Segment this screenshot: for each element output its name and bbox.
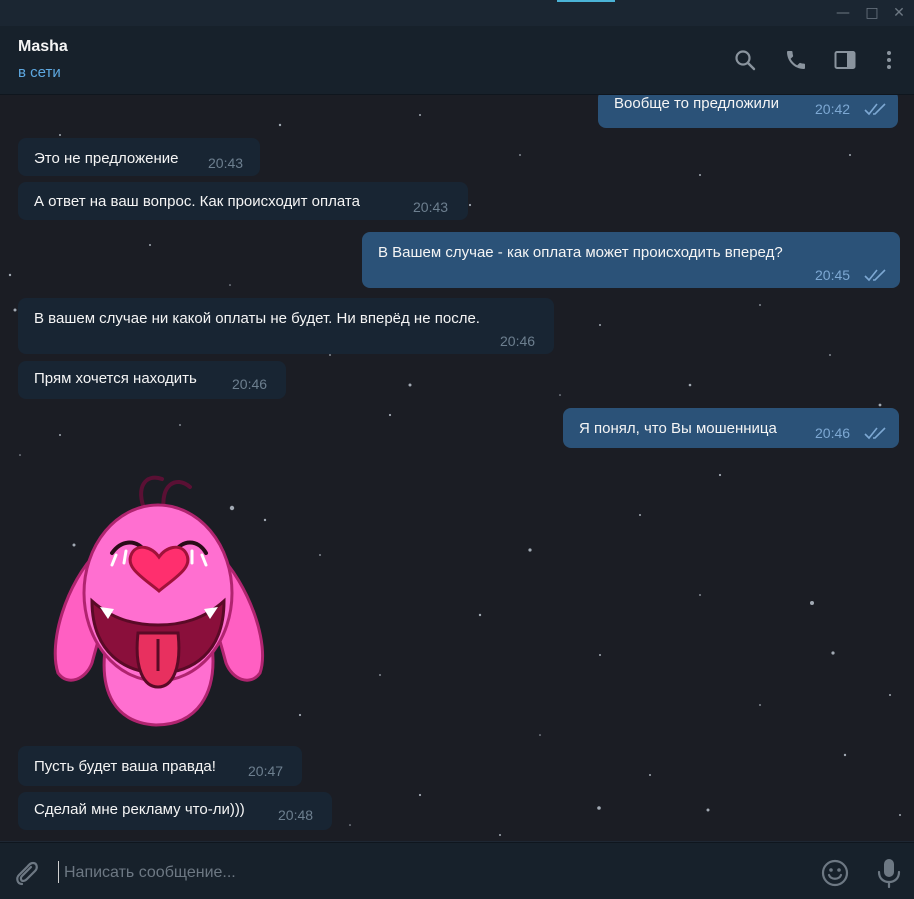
message-bubble-incoming[interactable]: А ответ на ваш вопрос. Как происходит оп…	[18, 182, 468, 220]
message-text: Я понял, что Вы мошенница	[579, 420, 777, 437]
message-bubble-outgoing[interactable]: В Вашем случае - как оплата может происх…	[362, 232, 900, 288]
double-check-icon	[864, 427, 886, 440]
minimize-button[interactable]: —	[834, 4, 852, 22]
more-vertical-icon[interactable]	[877, 48, 901, 72]
title-bar: — □ ✕	[0, 0, 914, 26]
message-composer: Написать сообщение...	[0, 842, 914, 899]
message-time: 20:46	[500, 333, 536, 349]
message-time: 20:47	[248, 763, 284, 779]
pink-bunny-sticker[interactable]	[46, 473, 272, 729]
maximize-button[interactable]: □	[863, 4, 881, 22]
microphone-icon[interactable]	[875, 857, 903, 889]
sidebar-toggle-icon[interactable]	[833, 48, 857, 72]
double-check-icon	[864, 269, 886, 282]
telegram-window: — □ ✕ Masha в сети Вообще то предложили …	[0, 0, 914, 899]
message-bubble-outgoing[interactable]: Вообще то предложили 20:42	[598, 95, 898, 128]
close-button[interactable]: ✕	[890, 4, 908, 22]
text-caret	[58, 861, 59, 883]
message-time: 20:43	[413, 199, 449, 215]
double-check-icon	[864, 103, 886, 116]
message-bubble-incoming[interactable]: Прям хочется находить 20:46	[18, 361, 286, 399]
emoji-icon[interactable]	[820, 858, 850, 888]
message-text: Вообще то предложили	[614, 95, 780, 112]
message-time: 20:42	[815, 101, 851, 117]
message-input-placeholder: Написать сообщение...	[64, 864, 236, 881]
peer-status: в сети	[18, 64, 61, 81]
message-time: 20:46	[815, 425, 851, 441]
message-bubble-incoming[interactable]: Это не предложение 20:43	[18, 138, 260, 176]
chat-header[interactable]: Masha в сети	[0, 26, 914, 95]
message-input[interactable]: Написать сообщение...	[58, 855, 658, 889]
message-text: Сделай мне рекламу что-ли)))	[34, 801, 245, 818]
message-time: 20:43	[208, 155, 244, 171]
message-text: Пусть будет ваша правда!	[34, 758, 216, 775]
message-bubble-incoming[interactable]: Сделай мне рекламу что-ли))) 20:48	[18, 792, 332, 830]
search-icon[interactable]	[733, 48, 757, 72]
peer-name[interactable]: Masha	[18, 38, 68, 56]
message-bubble-incoming[interactable]: В вашем случае ни какой оплаты не будет.…	[18, 298, 554, 354]
message-bubble-incoming[interactable]: Пусть будет ваша правда! 20:47	[18, 746, 302, 786]
message-time: 20:46	[232, 376, 268, 392]
title-accent	[557, 0, 615, 2]
message-text: А ответ на ваш вопрос. Как происходит оп…	[34, 193, 360, 210]
paperclip-icon[interactable]	[12, 859, 40, 887]
message-text: В Вашем случае - как оплата может происх…	[378, 244, 783, 261]
message-bubble-outgoing[interactable]: Я понял, что Вы мошенница 20:46	[563, 408, 899, 448]
message-text: Прям хочется находить	[34, 370, 197, 387]
message-text: В вашем случае ни какой оплаты не будет.…	[34, 310, 480, 327]
message-time: 20:48	[278, 807, 314, 823]
message-text: Это не предложение	[34, 150, 179, 167]
message-time: 20:45	[815, 267, 851, 283]
phone-icon[interactable]	[784, 48, 808, 72]
message-list[interactable]: Вообще то предложили 20:42 Это не предло…	[0, 95, 914, 841]
